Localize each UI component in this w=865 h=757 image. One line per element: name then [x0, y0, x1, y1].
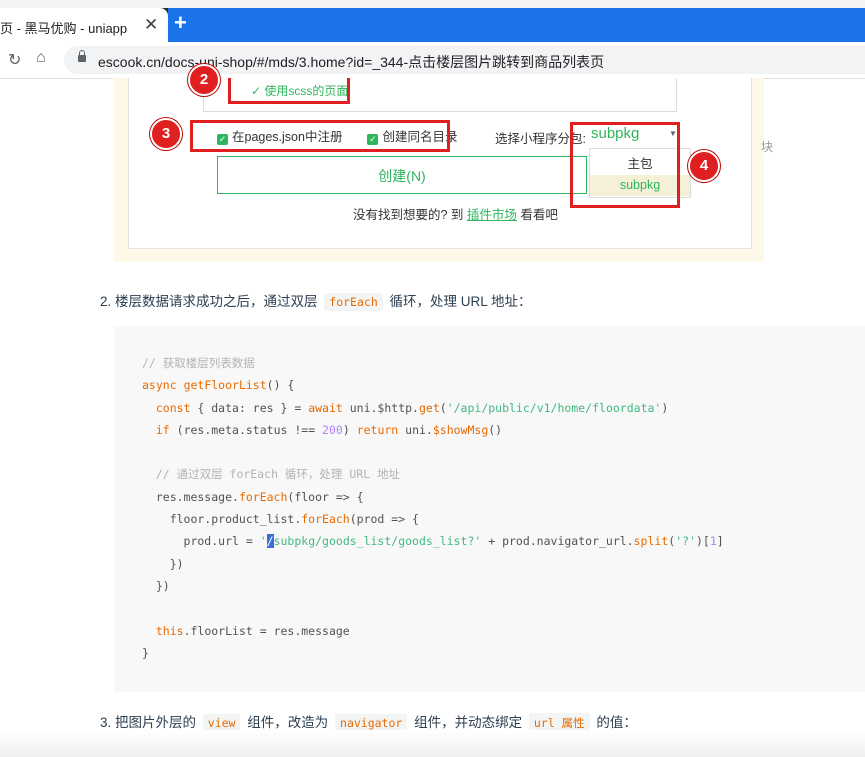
code-line-6: // 通过双层 forEach 循环，处理 URL 地址: [142, 467, 401, 482]
doc-image-create-page: ✓ 使用scss的页面 ✓ 在pages.json中注册 ✓ 创建同名目录 选择小程…: [114, 64, 773, 262]
annotation-box-3: [190, 120, 450, 152]
close-tab-icon[interactable]: ✕: [144, 15, 158, 35]
home-icon[interactable]: ⌂: [36, 49, 46, 67]
code-block: // 获取楼层列表数据 async getFloorList() { const…: [114, 326, 865, 692]
plugin-market-link: 插件市场: [466, 208, 517, 222]
step-2-text: 2. 楼层数据请求成功之后，通过双层 forEach 循环，处理 URL 地址：: [100, 290, 532, 311]
annotation-box-4: [570, 122, 680, 208]
bottom-fade: [0, 730, 865, 757]
step-3-prefix: 3. 把图片外层的: [100, 715, 197, 730]
code-line-13: this.floorList = res.message: [155, 623, 350, 638]
tab-bar-top-strip: [0, 0, 865, 8]
code-content: // 获取楼层列表数据 async getFloorList() { const…: [142, 352, 724, 664]
code-line-10: }): [142, 556, 184, 571]
step-3-suffix: 的值：: [596, 715, 637, 730]
code-line-9: prod.url = '/subpkg/goods_list/goods_lis…: [142, 534, 724, 549]
code-line-4: if (res.meta.status !== 200) return uni.…: [155, 422, 503, 437]
tab-strip-blue: [168, 8, 865, 42]
annotation-box-2: [228, 78, 350, 104]
tab-title: 页 - 黑马优购 - uniapp: [0, 21, 128, 36]
step-3-mid2: 组件，并动态绑定: [414, 715, 523, 730]
not-found-suffix: 看看吧: [520, 208, 558, 222]
step-2-prefix: 2. 楼层数据请求成功之后，通过双层: [100, 294, 318, 309]
url-text[interactable]: escook.cn/docs-uni-shop/#/mds/3.home?id=…: [98, 52, 604, 72]
new-tab-icon[interactable]: +: [174, 10, 187, 36]
lock-icon[interactable]: [78, 50, 86, 62]
address-bar: ↻ ⌂ escook.cn/docs-uni-shop/#/mds/3.home…: [0, 42, 865, 79]
step-3-mid1: 组件，改造为: [247, 715, 329, 730]
not-found-prefix: 没有找到想要的? 到: [353, 208, 464, 222]
browser-tab[interactable]: 页 - 黑马优购 - uniapp ✕: [0, 8, 168, 42]
omnibox[interactable]: escook.cn/docs-uni-shop/#/mds/3.home?id=…: [64, 46, 865, 74]
create-button: 创建(N): [217, 156, 587, 194]
annotation-badge-3: 3: [150, 118, 182, 150]
code-line-3: const { data: res } = await uni.$http.ge…: [155, 400, 669, 415]
annotation-badge-2: 2: [188, 64, 220, 96]
code-line-2: async getFloorList() {: [142, 378, 295, 393]
annotation-badge-4: 4: [688, 150, 720, 182]
browser-tab-bar: 页 - 黑马优购 - uniapp ✕ +: [0, 0, 865, 42]
not-found-hint: 没有找到想要的? 到 插件市场 看看吧: [353, 204, 558, 223]
inline-code-foreach: forEach: [324, 293, 383, 311]
code-line-7: res.message.forEach(floor => {: [142, 489, 364, 504]
code-line-8: floor.product_list.forEach(prod => {: [142, 512, 419, 527]
code-line-11: }): [142, 578, 170, 593]
side-text: 块: [761, 140, 774, 154]
code-line-14: }: [142, 645, 149, 660]
reload-icon[interactable]: ↻: [8, 50, 21, 70]
code-line-1: // 获取楼层列表数据: [142, 356, 255, 370]
step-2-suffix: 循环，处理 URL 地址：: [389, 294, 532, 309]
